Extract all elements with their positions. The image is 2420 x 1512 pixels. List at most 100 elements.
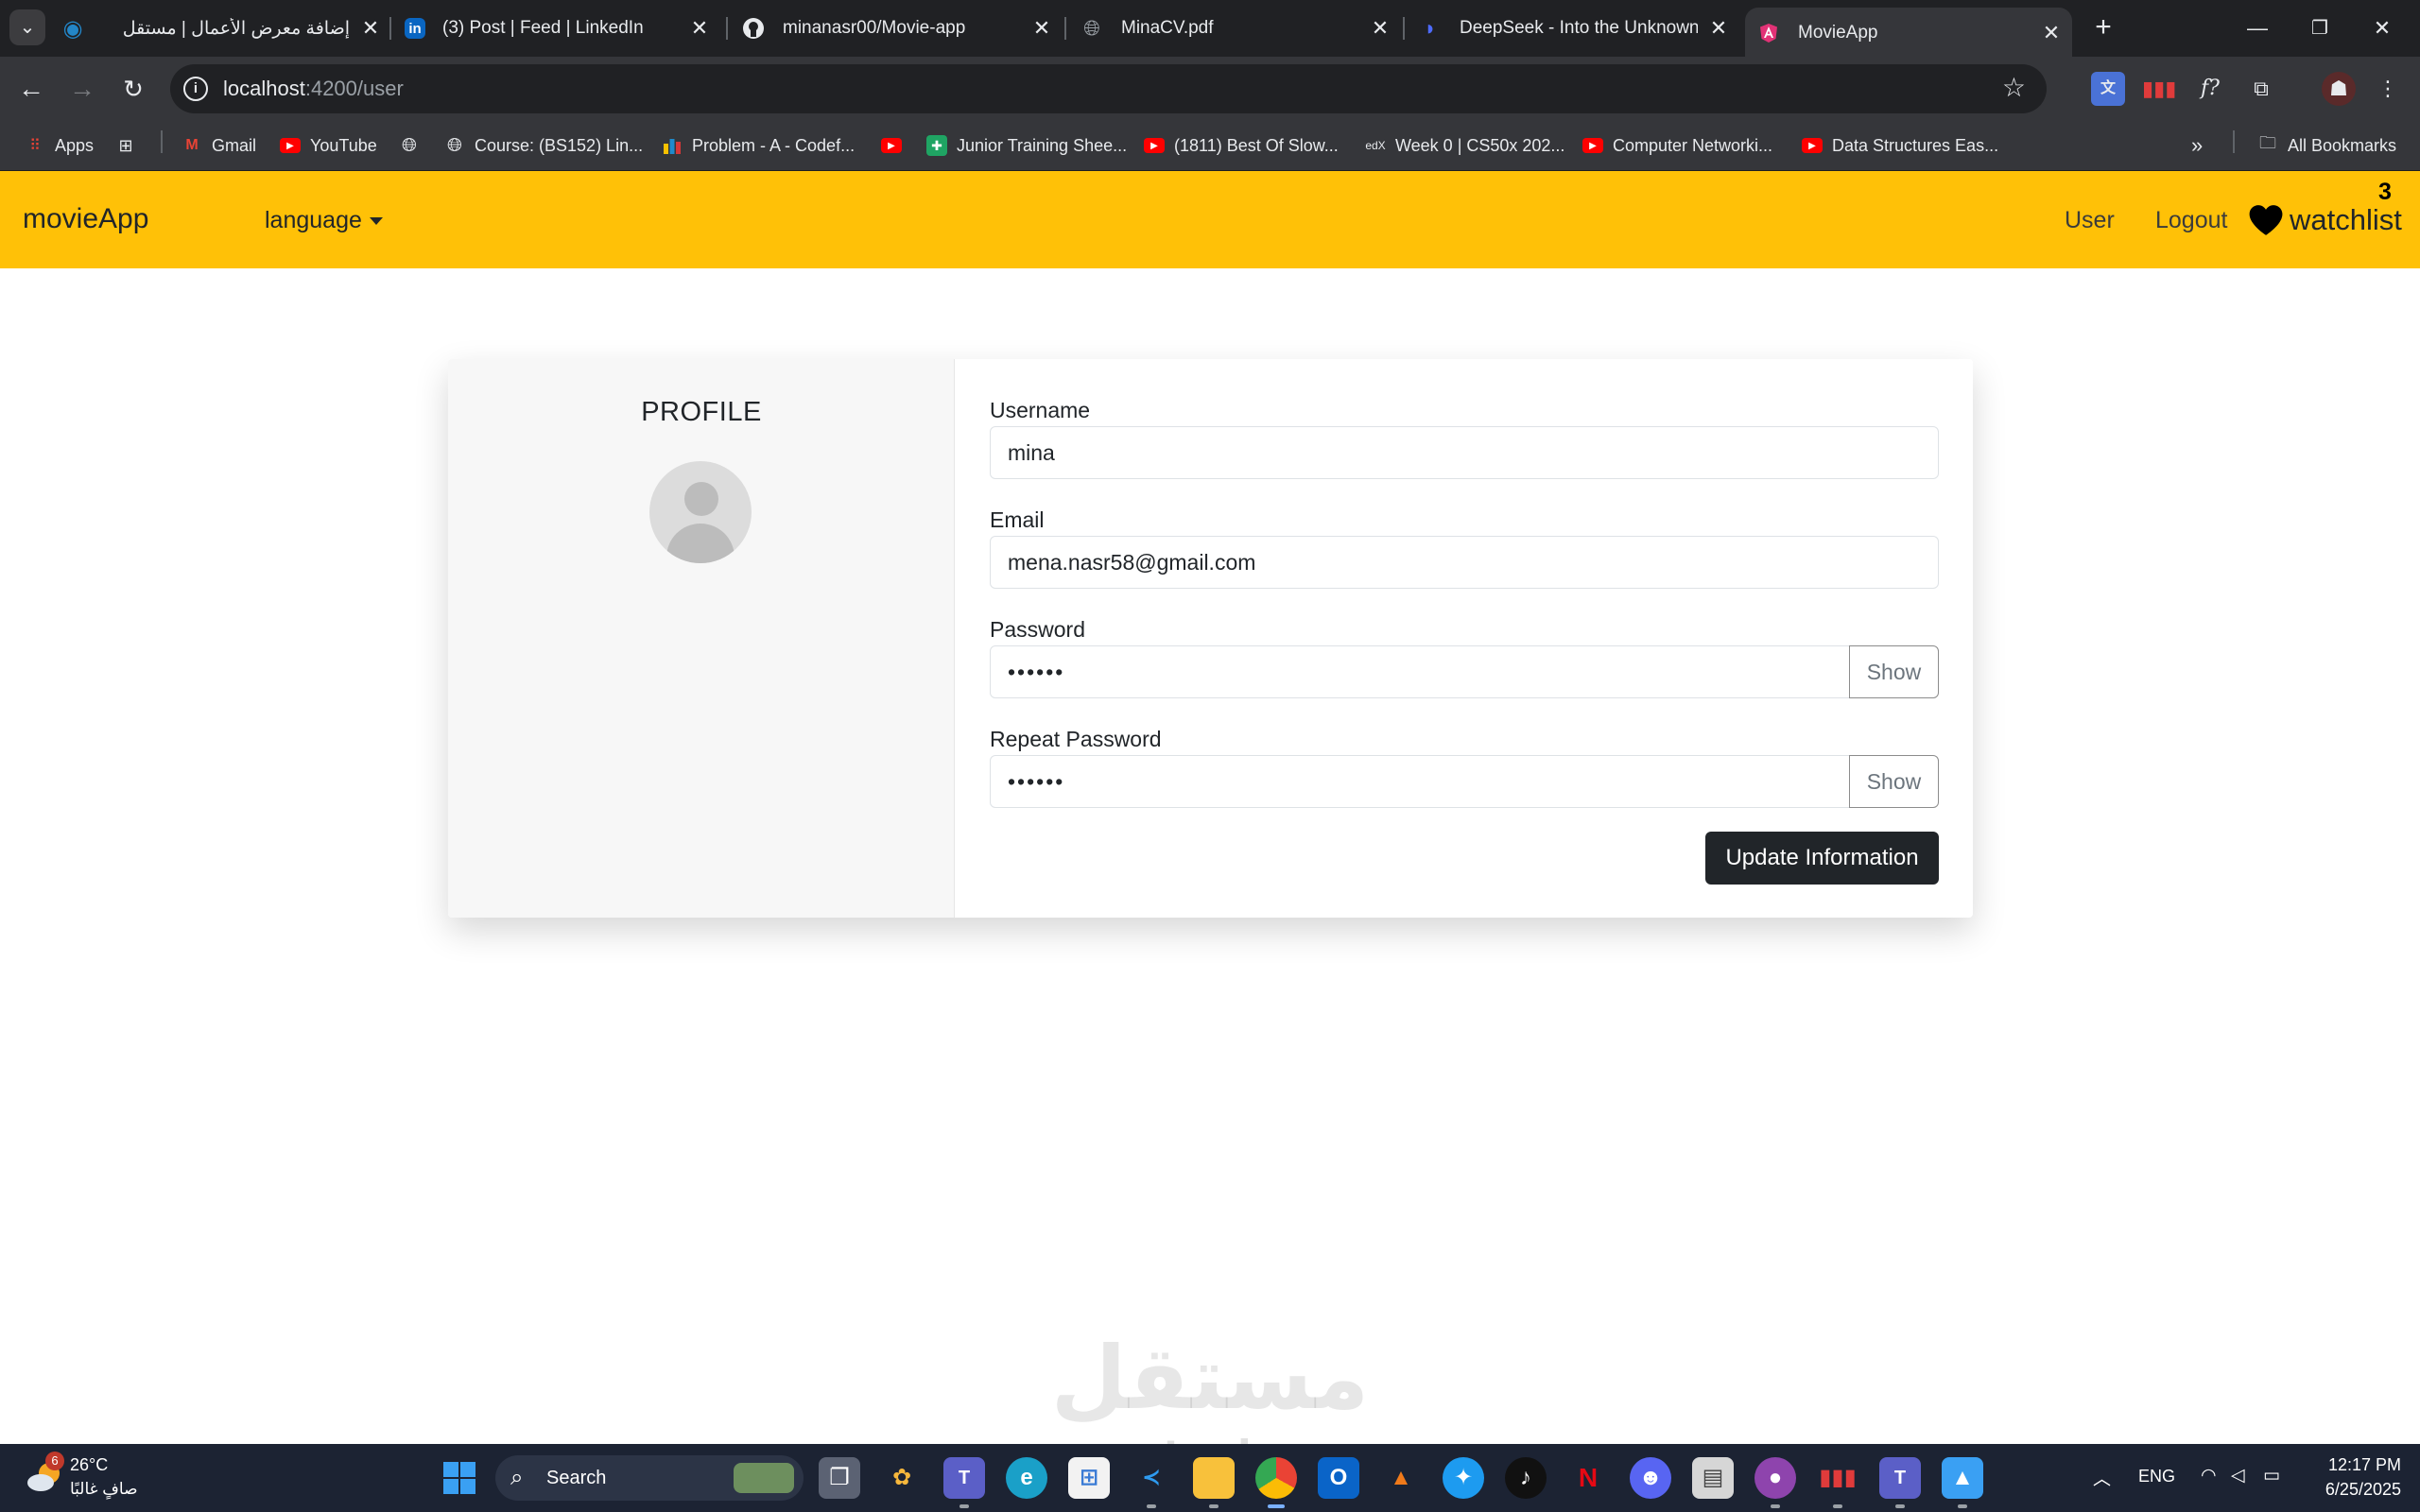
address-bar[interactable]: i localhost:4200/user ☆ bbox=[170, 64, 2047, 113]
browser-tab-deepseek[interactable]: ◗ DeepSeek - Into the Unknown ✕ bbox=[1418, 9, 1730, 47]
bookmark-label: Apps bbox=[55, 135, 95, 155]
logout-nav-link[interactable]: Logout bbox=[2155, 207, 2227, 234]
bookmark-youtube-2[interactable]: ▶ bbox=[881, 132, 911, 159]
all-bookmarks-folder[interactable]: 🗀︎ All Bookmarks bbox=[2257, 132, 2396, 159]
tab-search-button[interactable]: ⌄ bbox=[9, 9, 45, 45]
file-explorer-icon[interactable] bbox=[1193, 1457, 1235, 1499]
deepseek-icon: ◗ bbox=[1424, 16, 1437, 40]
running-indicator bbox=[959, 1504, 969, 1508]
github-desktop-icon[interactable]: ● bbox=[1754, 1457, 1796, 1499]
username-input[interactable] bbox=[990, 426, 1939, 479]
repeat-password-input[interactable] bbox=[990, 755, 1850, 808]
teams-work-icon[interactable]: T bbox=[1879, 1457, 1921, 1499]
battery-icon[interactable]: ▭ bbox=[2263, 1465, 2280, 1486]
bookmark-star-icon[interactable]: ☆ bbox=[2002, 72, 2026, 103]
close-icon[interactable]: ✕ bbox=[1369, 16, 1392, 41]
input-language-indicator[interactable]: ENG bbox=[2138, 1467, 2175, 1486]
github-icon bbox=[741, 16, 766, 41]
taskbar-search-box[interactable]: ⌕ Search bbox=[495, 1455, 804, 1501]
windows-start-icon[interactable] bbox=[442, 1461, 476, 1495]
bookmark-divider bbox=[161, 130, 163, 153]
heart-icon[interactable] bbox=[2248, 203, 2284, 237]
more-bookmarks-chevron-icon[interactable]: » bbox=[2191, 132, 2203, 159]
discord-icon[interactable]: ☻ bbox=[1630, 1457, 1671, 1499]
tab-divider bbox=[1403, 17, 1405, 40]
close-icon[interactable]: ✕ bbox=[1707, 16, 1730, 41]
browser-tab-movieapp[interactable]: MovieApp ✕ bbox=[1745, 8, 2072, 57]
netflix-icon[interactable]: N bbox=[1567, 1457, 1609, 1499]
bookmark-codeforces[interactable]: Problem - A - Codef... bbox=[662, 132, 855, 159]
teams-icon[interactable]: T bbox=[943, 1457, 985, 1499]
profile-avatar-icon[interactable]: ☗ bbox=[2322, 72, 2356, 106]
password-input[interactable] bbox=[990, 645, 1850, 698]
bookmark-computer-networking[interactable]: ▶ Computer Networki... bbox=[1582, 132, 1772, 159]
twitter-icon[interactable]: ✦ bbox=[1443, 1457, 1484, 1499]
email-label: Email bbox=[990, 507, 1045, 532]
bookmark-junior-training[interactable]: ✚ Junior Training Shee... bbox=[926, 132, 1127, 159]
photos-icon[interactable]: ▲ bbox=[1942, 1457, 1983, 1499]
show-password-button[interactable]: Show bbox=[1849, 645, 1939, 698]
language-label: language bbox=[265, 207, 362, 233]
minimize-icon[interactable]: — bbox=[2229, 8, 2286, 49]
url-text[interactable]: localhost:4200/user bbox=[223, 77, 404, 101]
tab-title: MovieApp bbox=[1798, 23, 1878, 43]
wifi-icon[interactable]: ◠ bbox=[2201, 1465, 2217, 1486]
clock-date[interactable]: 6/25/2025 bbox=[2310, 1480, 2401, 1500]
chrome-icon[interactable] bbox=[1255, 1457, 1297, 1499]
language-dropdown[interactable]: language bbox=[265, 207, 383, 234]
profile-sidebar: PROFILE bbox=[448, 359, 955, 918]
browser-tab-linkedin[interactable]: in (3) Post | Feed | LinkedIn ✕ bbox=[405, 9, 711, 47]
microsoft-store-icon[interactable]: ⊞ bbox=[1068, 1457, 1110, 1499]
browser-tab-github[interactable]: minanasr00/Movie-app ✕ bbox=[741, 9, 1053, 47]
bookmark-data-structures[interactable]: ▶ Data Structures Eas... bbox=[1802, 132, 1998, 159]
site-info-icon[interactable]: i bbox=[183, 77, 208, 101]
close-icon[interactable]: ✕ bbox=[2040, 21, 2063, 45]
edge-icon[interactable]: e bbox=[1006, 1457, 1047, 1499]
reload-icon[interactable]: ↻ bbox=[113, 69, 153, 109]
vlc-icon[interactable]: ▲ bbox=[1380, 1457, 1422, 1499]
close-icon[interactable]: ✕ bbox=[688, 16, 711, 41]
formula-extension-icon[interactable]: f? bbox=[2193, 72, 2227, 106]
extensions-puzzle-icon[interactable]: ⧉ bbox=[2244, 72, 2278, 106]
task-view-icon[interactable]: ❐ bbox=[819, 1457, 860, 1499]
sheets-icon: ✚ bbox=[926, 135, 947, 156]
update-information-button[interactable]: Update Information bbox=[1705, 832, 1939, 885]
translate-extension-icon[interactable]: 文 bbox=[2091, 72, 2125, 106]
clock-time[interactable]: 12:17 PM bbox=[2310, 1455, 2401, 1475]
copilot-icon[interactable]: ✿ bbox=[881, 1457, 923, 1499]
bookmark-apps[interactable]: ⠿ Apps bbox=[25, 132, 94, 159]
vscode-icon[interactable]: ≺ bbox=[1131, 1457, 1172, 1499]
browser-menu-icon[interactable]: ⋮ bbox=[2371, 72, 2405, 106]
browser-tab-minacv[interactable]: 🌐︎ MinaCV.pdf ✕ bbox=[1080, 9, 1392, 47]
close-icon[interactable]: ✕ bbox=[359, 16, 382, 41]
gallery-icon[interactable]: ▤ bbox=[1692, 1457, 1734, 1499]
bookmark-best-of-slow[interactable]: ▶ (1811) Best Of Slow... bbox=[1144, 132, 1339, 159]
restore-icon[interactable]: ❐ bbox=[2291, 8, 2348, 49]
new-tab-button[interactable]: + bbox=[2087, 11, 2119, 43]
audio-app-icon[interactable]: ▮▮▮ bbox=[1817, 1457, 1858, 1499]
bookmark-youtube[interactable]: ▶ YouTube bbox=[280, 132, 377, 159]
bookmark-course[interactable]: 🌐︎ Course: (BS152) Lin... bbox=[444, 132, 643, 159]
close-icon[interactable]: ✕ bbox=[1030, 16, 1053, 41]
audio-extension-icon[interactable]: ▮▮▮ bbox=[2142, 72, 2176, 106]
bookmark-gmail[interactable]: M Gmail bbox=[182, 132, 256, 159]
linkedin-icon: in bbox=[405, 18, 425, 39]
window-close-icon[interactable]: ✕ bbox=[2354, 8, 2411, 49]
back-arrow-icon[interactable]: ← bbox=[11, 69, 51, 109]
forward-arrow-icon[interactable]: → bbox=[62, 69, 102, 109]
show-hidden-icons-chevron[interactable]: ︿ bbox=[2093, 1465, 2111, 1490]
outlook-icon[interactable]: O bbox=[1318, 1457, 1359, 1499]
folder-icon: 🗀︎ bbox=[2259, 133, 2276, 152]
browser-tab-mostaql[interactable]: ◉ إضافة معرض الأعمال | مستقل ✕ bbox=[60, 9, 382, 47]
bookmark-globe[interactable]: 🌐︎ bbox=[399, 132, 429, 159]
volume-icon[interactable]: ◁ bbox=[2231, 1465, 2245, 1486]
brand-link[interactable]: movieApp bbox=[23, 203, 148, 235]
email-input[interactable] bbox=[990, 536, 1939, 589]
show-repeat-password-button[interactable]: Show bbox=[1849, 755, 1939, 808]
bookmark-cs50x[interactable]: edX Week 0 | CS50x 202... bbox=[1365, 132, 1564, 159]
profile-card: PROFILE Username Email Password Show Rep… bbox=[448, 359, 1973, 918]
user-nav-link[interactable]: User bbox=[2065, 207, 2115, 234]
watchlist-link[interactable]: watchlist bbox=[2290, 203, 2402, 237]
bookmark-dashboard[interactable]: ⊞ bbox=[115, 132, 146, 159]
tiktok-icon[interactable]: ♪ bbox=[1505, 1457, 1547, 1499]
